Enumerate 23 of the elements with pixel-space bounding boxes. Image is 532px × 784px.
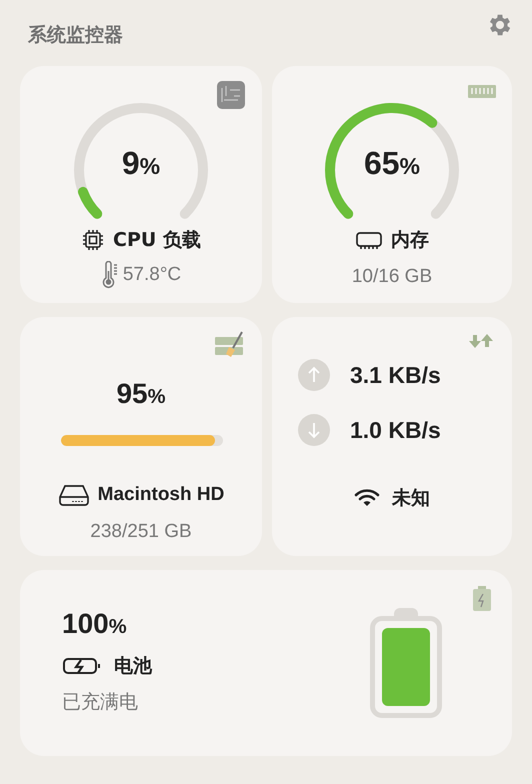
- memory-module-icon: [355, 229, 383, 252]
- drive-icon: [58, 483, 90, 508]
- memory-label: 内存: [391, 228, 429, 253]
- battery-status: 已充满电: [62, 690, 139, 715]
- memory-module-icon: [468, 84, 496, 100]
- disk-name: Macintosh HD: [98, 483, 224, 507]
- temperature: 57.8°C: [122, 262, 182, 286]
- cpu-label: CPU 负载: [113, 228, 201, 253]
- window-title: 系统监控器: [28, 22, 123, 48]
- percentage: 65%: [364, 147, 420, 179]
- thermometer-icon: [100, 260, 119, 289]
- battery-charging-icon: [472, 586, 492, 612]
- upload-icon: [298, 359, 330, 392]
- connection-status: 未知: [392, 486, 430, 511]
- download-icon: [298, 414, 330, 446]
- upload-speed: 3.1 KB/s: [350, 361, 441, 390]
- percentage: 100%: [62, 610, 128, 638]
- wifi-icon: [354, 488, 380, 508]
- percentage: 95%: [116, 380, 166, 408]
- battery-label: 电池: [114, 654, 152, 678]
- memory-usage: 10/16 GB: [352, 264, 432, 288]
- disk-usage: 238/251 GB: [90, 520, 192, 544]
- download-speed: 1.0 KB/s: [350, 416, 441, 444]
